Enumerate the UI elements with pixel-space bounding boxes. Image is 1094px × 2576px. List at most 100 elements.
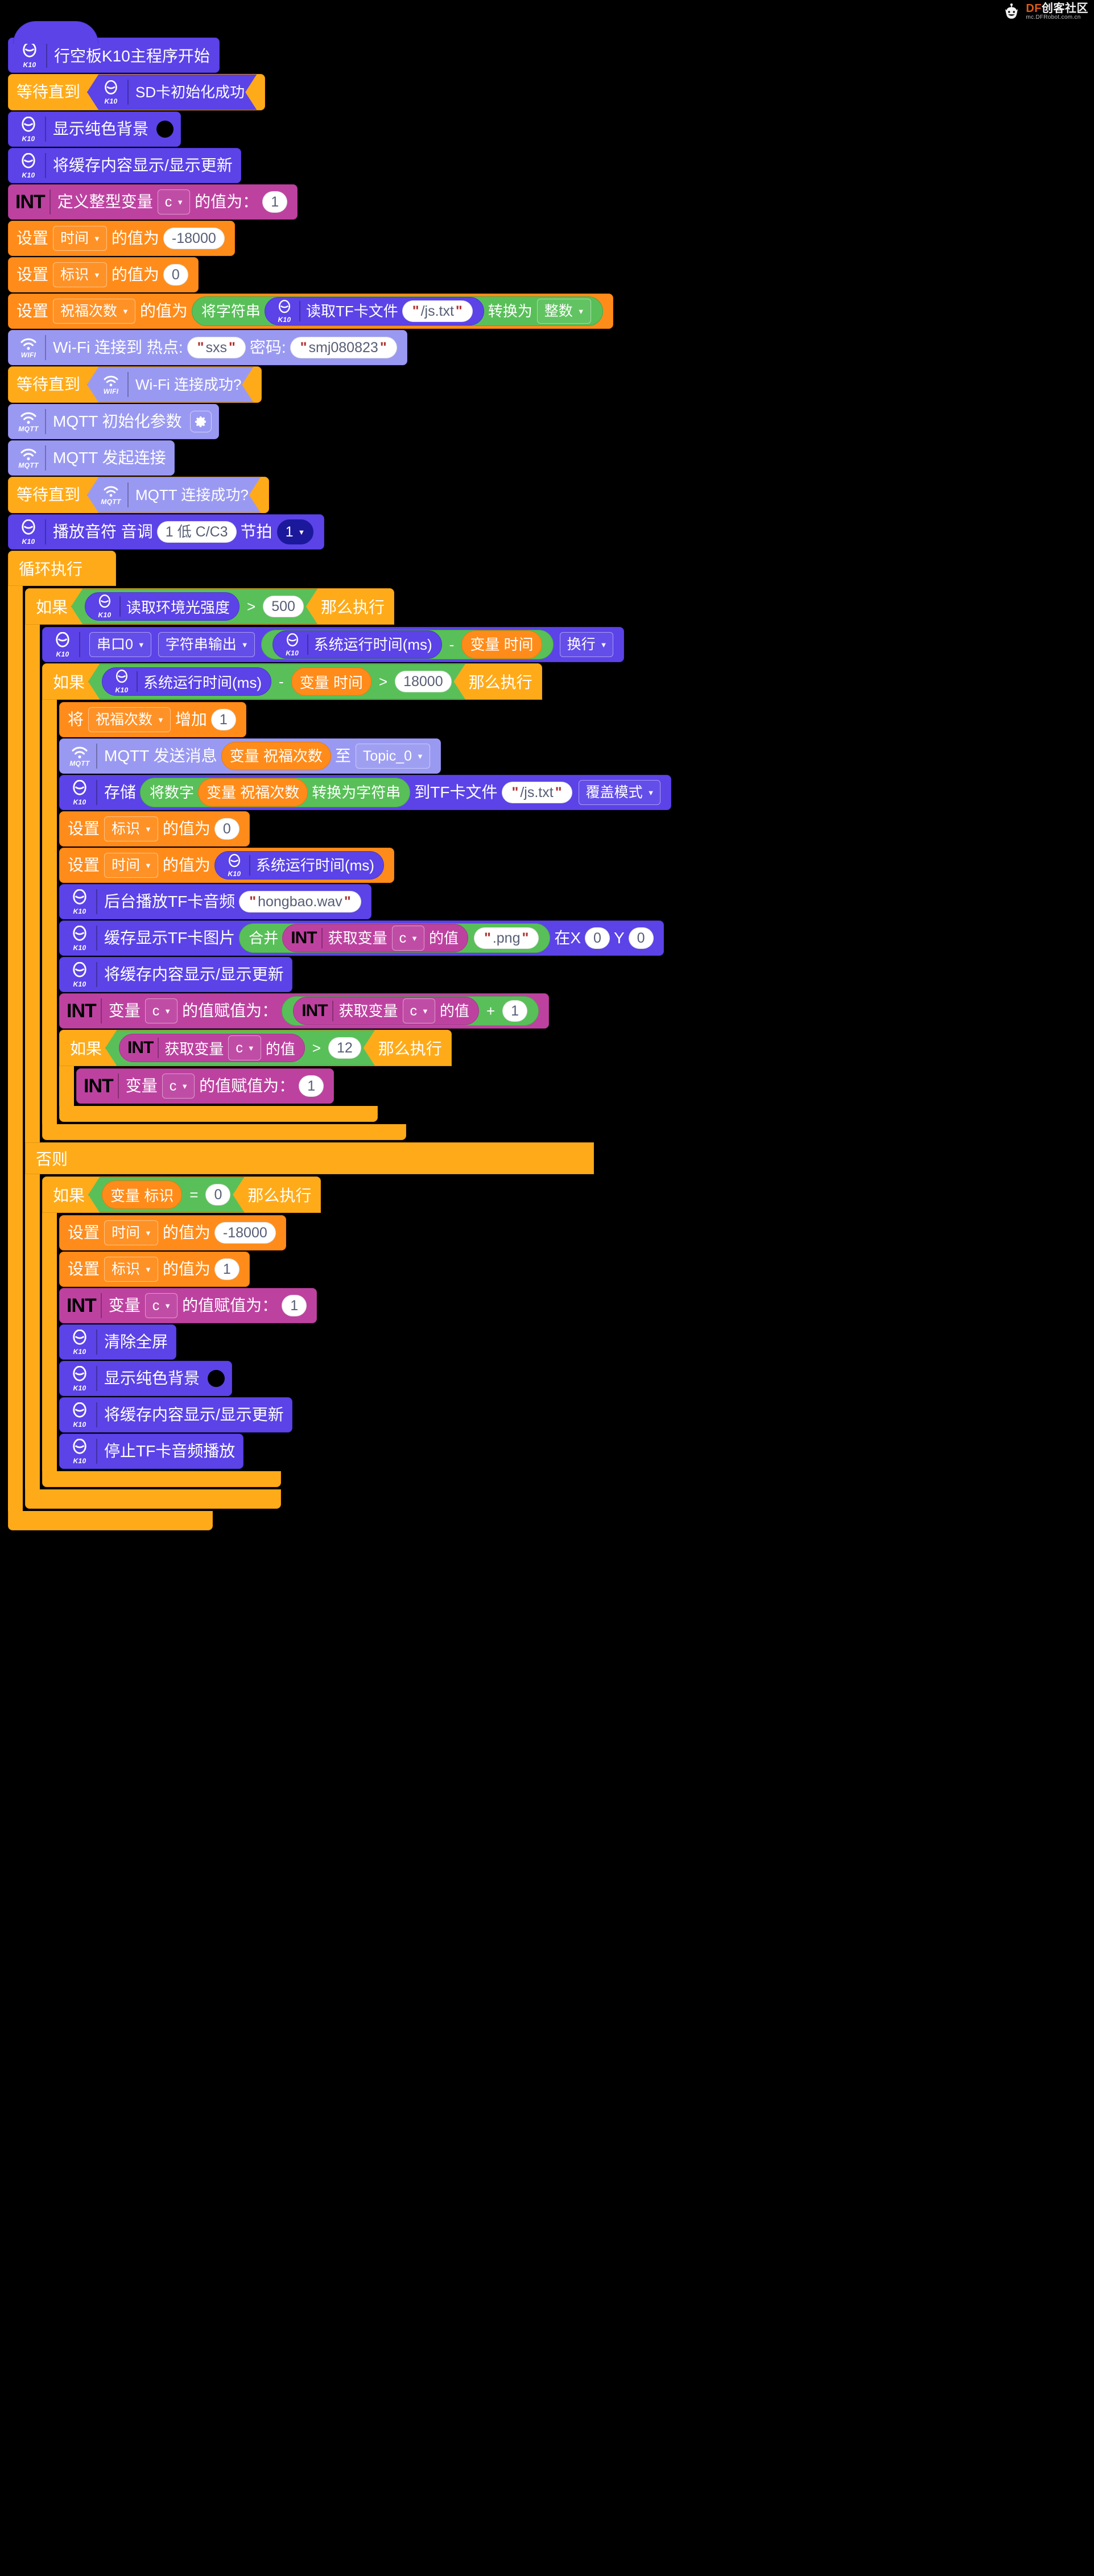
variable-dropdown-flag[interactable]: 标识 ▼ (104, 816, 158, 841)
block-set-variable-flag[interactable]: 设置 标识 ▼ 的值为 0 (59, 811, 250, 847)
block-serial-print[interactable]: K10 串口0 ▼ 字符串输出 ▼ K10 系统运行时间(ms) - 变量 时间… (42, 627, 625, 662)
reporter-join[interactable]: 合并 INT 获取变量 c ▼ 的值 " .png " (239, 923, 551, 953)
variable-dropdown-c[interactable]: c ▼ (228, 1035, 261, 1060)
boolean-c-greater[interactable]: INT 获取变量 c ▼ 的值 > 12 (105, 1030, 375, 1066)
variable-dropdown-flag[interactable]: 标识 ▼ (104, 1257, 158, 1282)
variable-dropdown-c[interactable]: c ▼ (391, 926, 424, 951)
reporter-get-int-variable[interactable]: INT 获取变量 c ▼ 的值 (119, 1034, 305, 1062)
addend-input[interactable]: 1 (502, 1000, 528, 1022)
block-if-elapsed[interactable]: 如果 K10 系统运行时间(ms) - 变量 时间 > 18000 那么执行 将… (42, 663, 672, 1140)
block-show-solid-background[interactable]: K10 显示纯色背景 (8, 112, 181, 147)
block-if-else-light[interactable]: 如果 K10 读取环境光强度 > 500 那么执行 K10 串口0 ▼ 字符串输… (25, 588, 672, 1509)
block-buffer-display-update[interactable]: K10 将缓存内容显示/显示更新 (8, 148, 241, 183)
c-threshold-input[interactable]: 12 (328, 1037, 361, 1059)
image-extension-input[interactable]: " .png " (473, 927, 539, 949)
block-buffer-display-update[interactable]: K10 将缓存内容显示/显示更新 (59, 957, 292, 992)
boolean-wifi-connected[interactable]: WIFI Wi-Fi 连接成功? (87, 367, 253, 402)
block-set-variable-flag[interactable]: 设置 标识 ▼ 的值为 0 (8, 257, 199, 292)
boolean-light-greater[interactable]: K10 读取环境光强度 > 500 (71, 589, 317, 624)
block-mqtt-publish[interactable]: MQTT MQTT 发送消息 变量 祝福次数 至 Topic_0 ▼ (59, 738, 441, 774)
variable-dropdown-time[interactable]: 时间 ▼ (104, 1220, 158, 1245)
set-time-value[interactable]: -18000 (214, 1222, 276, 1244)
block-wait-until-sd[interactable]: 等待直到 K10 SD卡初始化成功 (8, 74, 266, 110)
reporter-variable-count[interactable]: 变量 祝福次数 (198, 778, 308, 807)
reporter-system-runtime[interactable]: K10 系统运行时间(ms) (272, 630, 442, 659)
variable-dropdown-time[interactable]: 时间 ▼ (53, 226, 107, 251)
variable-dropdown-count[interactable]: 祝福次数 ▼ (88, 707, 171, 732)
block-wifi-connect[interactable]: WIFI Wi-Fi 连接到 热点: " sxs " 密码: " smj080823 " (8, 330, 407, 365)
block-define-int-variable[interactable]: INT 定义整型变量 c ▼ 的值为： 1 (8, 184, 298, 220)
reporter-system-runtime[interactable]: K10 系统运行时间(ms) (102, 667, 271, 696)
reporter-read-tf-file[interactable]: K10 读取TF卡文件 "/js.txt " (264, 297, 484, 325)
wifi-password-input[interactable]: " smj080823 " (290, 337, 397, 358)
block-hat-main-start[interactable]: K10 行空板K10主程序开始 (8, 21, 220, 73)
variable-dropdown-c[interactable]: c ▼ (157, 189, 191, 214)
block-if-flag-equals-zero[interactable]: 如果 变量 标识 = 0 那么执行 设置 时间 ▼ 的值为 -18000 设置 … (42, 1176, 321, 1487)
write-mode-dropdown[interactable]: 覆盖模式 ▼ (578, 780, 661, 805)
block-mqtt-connect[interactable]: MQTT MQTT 发起连接 (8, 440, 175, 476)
block-set-variable-time[interactable]: 设置 时间 ▼ 的值为 -18000 (8, 221, 235, 256)
variable-dropdown-c[interactable]: c ▼ (145, 1293, 178, 1318)
variable-dropdown-c[interactable]: c ▼ (402, 998, 435, 1023)
note-tone-input[interactable]: 1 低 C/C3 (156, 521, 237, 543)
variable-dropdown-flag[interactable]: 标识 ▼ (53, 262, 107, 287)
tf-file-path-input[interactable]: "/js.txt " (402, 300, 473, 322)
assign-value-input[interactable]: 1 (299, 1075, 324, 1097)
if-flag-header[interactable]: 如果 变量 标识 = 0 那么执行 (42, 1176, 321, 1213)
serial-port-dropdown[interactable]: 串口0 ▼ (89, 632, 151, 657)
variable-dropdown-c[interactable]: c ▼ (162, 1074, 195, 1099)
block-play-note[interactable]: K10 播放音符 音调 1 低 C/C3 节拍 1 ▼ (8, 514, 325, 550)
convert-type-dropdown[interactable]: 整数 ▼ (536, 299, 591, 324)
reporter-ambient-light[interactable]: K10 读取环境光强度 (85, 592, 240, 621)
boolean-sd-init-success[interactable]: K10 SD卡初始化成功 (87, 75, 257, 110)
block-buffer-show-tf-image[interactable]: K10 缓存显示TF卡图片 合并 INT 获取变量 c ▼ 的值 " .png … (59, 920, 664, 956)
int-initial-value[interactable]: 1 (262, 191, 288, 213)
boolean-flag-equals[interactable]: 变量 标识 = 0 (88, 1177, 244, 1212)
block-clear-screen[interactable]: K10 清除全屏 (59, 1324, 177, 1360)
wifi-ssid-input[interactable]: " sxs " (187, 337, 246, 358)
block-set-variable-flag[interactable]: 设置 标识 ▼ 的值为 1 (59, 1252, 250, 1287)
color-picker-swatch[interactable] (208, 1370, 225, 1387)
block-forever-loop[interactable]: 循环执行 如果 K10 读取环境光强度 > 500 那么执行 K10 串口0 ▼… (8, 551, 672, 1530)
if-light-header[interactable]: 如果 K10 读取环境光强度 > 500 那么执行 (25, 588, 394, 625)
light-threshold-input[interactable]: 500 (263, 596, 304, 617)
block-assign-int-increment[interactable]: INT 变量 c ▼ 的值赋值为： INT 获取变量 c ▼ 的值 + 1 (59, 993, 550, 1029)
assign-value-input[interactable]: 1 (282, 1295, 307, 1316)
reporter-variable-count[interactable]: 变量 祝福次数 (221, 742, 331, 770)
block-mqtt-init-params[interactable]: MQTT MQTT 初始化参数 (8, 404, 219, 439)
reporter-variable-flag[interactable]: 变量 标识 (102, 1180, 182, 1209)
gear-icon[interactable] (189, 411, 212, 432)
block-play-tf-audio-background[interactable]: K10 后台播放TF卡音频 " hongbao.wav " (59, 884, 371, 919)
block-buffer-display-update[interactable]: K10 将缓存内容显示/显示更新 (59, 1397, 292, 1433)
block-store-to-tf-card[interactable]: K10 存储 将数字 变量 祝福次数 转换为字符串 到TF卡文件 " /js.t… (59, 775, 672, 810)
set-flag-value[interactable]: 0 (163, 264, 188, 286)
reporter-string-to-number[interactable]: 将字符串 K10 读取TF卡文件 "/js.txt " 转换为 整数 ▼ (191, 296, 603, 326)
forever-header[interactable]: 循环执行 (8, 551, 116, 586)
block-if-c-greater-12[interactable]: 如果 INT 获取变量 c ▼ 的值 > 12 那么执行 INT 变量 c ▼ … (59, 1030, 452, 1122)
reporter-addition[interactable]: INT 获取变量 c ▼ 的值 + 1 (282, 996, 539, 1026)
y-coordinate-input[interactable]: 0 (628, 927, 654, 949)
if-elapsed-header[interactable]: 如果 K10 系统运行时间(ms) - 变量 时间 > 18000 那么执行 (42, 663, 542, 700)
variable-dropdown-count[interactable]: 祝福次数 ▼ (53, 299, 135, 324)
variable-dropdown-time[interactable]: 时间 ▼ (104, 853, 158, 878)
change-amount-input[interactable]: 1 (210, 709, 236, 730)
tf-file-path-input[interactable]: "/js.txt " (501, 782, 572, 803)
block-assign-int-reset[interactable]: INT 变量 c ▼ 的值赋值为： 1 (59, 1288, 317, 1323)
audio-file-input[interactable]: " hongbao.wav " (239, 891, 361, 913)
block-set-variable-count[interactable]: 设置 祝福次数 ▼ 的值为 将字符串 K10 读取TF卡文件 "/js.txt " … (8, 294, 613, 329)
reporter-variable-time[interactable]: 变量 时间 (461, 630, 542, 659)
block-wait-until-mqtt[interactable]: 等待直到 MQTT MQTT 连接成功? (8, 477, 269, 513)
block-show-solid-background[interactable]: K10 显示纯色背景 (59, 1361, 233, 1396)
if-c-header[interactable]: 如果 INT 获取变量 c ▼ 的值 > 12 那么执行 (59, 1030, 452, 1066)
mqtt-topic-dropdown[interactable]: Topic_0 ▼ (355, 744, 430, 769)
block-change-variable-count[interactable]: 将 祝福次数 ▼ 增加 1 (59, 702, 246, 737)
reporter-subtraction[interactable]: K10 系统运行时间(ms) - 变量 时间 (261, 630, 554, 659)
serial-output-mode-dropdown[interactable]: 字符串输出 ▼ (158, 632, 255, 657)
reporter-get-int-variable[interactable]: INT 获取变量 c ▼ 的值 (293, 997, 479, 1025)
elapsed-threshold-input[interactable]: 18000 (395, 671, 452, 692)
block-wait-until-wifi[interactable]: 等待直到 WIFI Wi-Fi 连接成功? (8, 366, 262, 403)
x-coordinate-input[interactable]: 0 (585, 927, 610, 949)
reporter-system-runtime[interactable]: K10 系统运行时间(ms) (214, 851, 384, 880)
boolean-mqtt-connected[interactable]: MQTT MQTT 连接成功? (87, 477, 261, 513)
boolean-elapsed-greater[interactable]: K10 系统运行时间(ms) - 变量 时间 > 18000 (88, 664, 465, 699)
